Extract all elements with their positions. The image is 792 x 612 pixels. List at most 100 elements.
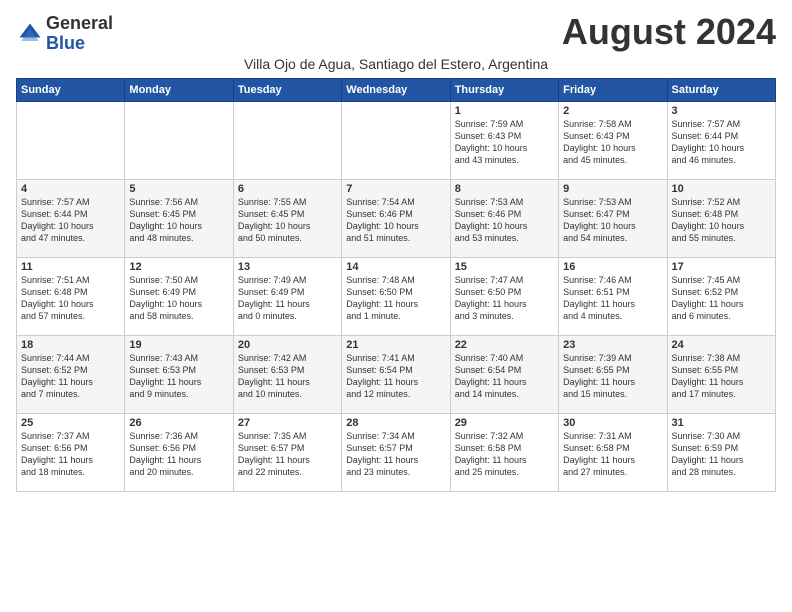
calendar-cell (125, 101, 233, 179)
week-row-0: 1Sunrise: 7:59 AM Sunset: 6:43 PM Daylig… (17, 101, 776, 179)
calendar-cell: 15Sunrise: 7:47 AM Sunset: 6:50 PM Dayli… (450, 257, 558, 335)
day-number: 21 (346, 339, 445, 351)
calendar-cell: 28Sunrise: 7:34 AM Sunset: 6:57 PM Dayli… (342, 413, 450, 491)
day-info: Sunrise: 7:35 AM Sunset: 6:57 PM Dayligh… (238, 430, 337, 479)
day-number: 8 (455, 183, 554, 195)
day-info: Sunrise: 7:31 AM Sunset: 6:58 PM Dayligh… (563, 430, 662, 479)
day-number: 27 (238, 417, 337, 429)
day-number: 17 (672, 261, 771, 273)
day-number: 20 (238, 339, 337, 351)
day-info: Sunrise: 7:39 AM Sunset: 6:55 PM Dayligh… (563, 352, 662, 401)
calendar-cell: 21Sunrise: 7:41 AM Sunset: 6:54 PM Dayli… (342, 335, 450, 413)
calendar-cell: 27Sunrise: 7:35 AM Sunset: 6:57 PM Dayli… (233, 413, 341, 491)
header-tuesday: Tuesday (233, 78, 341, 101)
day-info: Sunrise: 7:58 AM Sunset: 6:43 PM Dayligh… (563, 118, 662, 167)
day-number: 18 (21, 339, 120, 351)
day-info: Sunrise: 7:47 AM Sunset: 6:50 PM Dayligh… (455, 274, 554, 323)
day-number: 31 (672, 417, 771, 429)
day-number: 28 (346, 417, 445, 429)
day-number: 24 (672, 339, 771, 351)
calendar-table: SundayMondayTuesdayWednesdayThursdayFrid… (16, 78, 776, 492)
day-number: 4 (21, 183, 120, 195)
calendar-cell: 13Sunrise: 7:49 AM Sunset: 6:49 PM Dayli… (233, 257, 341, 335)
day-info: Sunrise: 7:53 AM Sunset: 6:46 PM Dayligh… (455, 196, 554, 245)
day-number: 5 (129, 183, 228, 195)
logo-icon (16, 20, 44, 48)
calendar-cell (233, 101, 341, 179)
day-number: 2 (563, 105, 662, 117)
day-number: 13 (238, 261, 337, 273)
calendar-cell: 12Sunrise: 7:50 AM Sunset: 6:49 PM Dayli… (125, 257, 233, 335)
header: General Blue August 2024 (16, 12, 776, 54)
day-info: Sunrise: 7:45 AM Sunset: 6:52 PM Dayligh… (672, 274, 771, 323)
calendar-cell: 7Sunrise: 7:54 AM Sunset: 6:46 PM Daylig… (342, 179, 450, 257)
week-row-3: 18Sunrise: 7:44 AM Sunset: 6:52 PM Dayli… (17, 335, 776, 413)
logo: General Blue (16, 14, 113, 54)
calendar-cell (17, 101, 125, 179)
header-wednesday: Wednesday (342, 78, 450, 101)
week-row-4: 25Sunrise: 7:37 AM Sunset: 6:56 PM Dayli… (17, 413, 776, 491)
day-info: Sunrise: 7:41 AM Sunset: 6:54 PM Dayligh… (346, 352, 445, 401)
day-number: 9 (563, 183, 662, 195)
header-thursday: Thursday (450, 78, 558, 101)
day-info: Sunrise: 7:54 AM Sunset: 6:46 PM Dayligh… (346, 196, 445, 245)
calendar-cell: 22Sunrise: 7:40 AM Sunset: 6:54 PM Dayli… (450, 335, 558, 413)
calendar-cell: 8Sunrise: 7:53 AM Sunset: 6:46 PM Daylig… (450, 179, 558, 257)
day-number: 3 (672, 105, 771, 117)
calendar-body: 1Sunrise: 7:59 AM Sunset: 6:43 PM Daylig… (17, 101, 776, 491)
calendar-cell: 30Sunrise: 7:31 AM Sunset: 6:58 PM Dayli… (559, 413, 667, 491)
day-info: Sunrise: 7:57 AM Sunset: 6:44 PM Dayligh… (21, 196, 120, 245)
calendar-cell: 18Sunrise: 7:44 AM Sunset: 6:52 PM Dayli… (17, 335, 125, 413)
logo-text: General Blue (46, 14, 113, 54)
calendar-cell: 20Sunrise: 7:42 AM Sunset: 6:53 PM Dayli… (233, 335, 341, 413)
calendar-cell: 11Sunrise: 7:51 AM Sunset: 6:48 PM Dayli… (17, 257, 125, 335)
calendar-cell: 31Sunrise: 7:30 AM Sunset: 6:59 PM Dayli… (667, 413, 775, 491)
header-row: SundayMondayTuesdayWednesdayThursdayFrid… (17, 78, 776, 101)
header-monday: Monday (125, 78, 233, 101)
week-row-1: 4Sunrise: 7:57 AM Sunset: 6:44 PM Daylig… (17, 179, 776, 257)
calendar-cell: 10Sunrise: 7:52 AM Sunset: 6:48 PM Dayli… (667, 179, 775, 257)
day-info: Sunrise: 7:32 AM Sunset: 6:58 PM Dayligh… (455, 430, 554, 479)
day-info: Sunrise: 7:57 AM Sunset: 6:44 PM Dayligh… (672, 118, 771, 167)
calendar-cell: 5Sunrise: 7:56 AM Sunset: 6:45 PM Daylig… (125, 179, 233, 257)
calendar-cell: 4Sunrise: 7:57 AM Sunset: 6:44 PM Daylig… (17, 179, 125, 257)
day-info: Sunrise: 7:55 AM Sunset: 6:45 PM Dayligh… (238, 196, 337, 245)
day-number: 22 (455, 339, 554, 351)
calendar-cell: 3Sunrise: 7:57 AM Sunset: 6:44 PM Daylig… (667, 101, 775, 179)
calendar-cell: 16Sunrise: 7:46 AM Sunset: 6:51 PM Dayli… (559, 257, 667, 335)
day-info: Sunrise: 7:44 AM Sunset: 6:52 PM Dayligh… (21, 352, 120, 401)
day-number: 11 (21, 261, 120, 273)
day-number: 30 (563, 417, 662, 429)
day-number: 26 (129, 417, 228, 429)
subtitle: Villa Ojo de Agua, Santiago del Estero, … (16, 56, 776, 72)
day-info: Sunrise: 7:50 AM Sunset: 6:49 PM Dayligh… (129, 274, 228, 323)
logo-general: General (46, 14, 113, 34)
day-info: Sunrise: 7:46 AM Sunset: 6:51 PM Dayligh… (563, 274, 662, 323)
calendar-cell: 17Sunrise: 7:45 AM Sunset: 6:52 PM Dayli… (667, 257, 775, 335)
header-sunday: Sunday (17, 78, 125, 101)
calendar-cell (342, 101, 450, 179)
day-info: Sunrise: 7:49 AM Sunset: 6:49 PM Dayligh… (238, 274, 337, 323)
calendar-cell: 9Sunrise: 7:53 AM Sunset: 6:47 PM Daylig… (559, 179, 667, 257)
day-info: Sunrise: 7:43 AM Sunset: 6:53 PM Dayligh… (129, 352, 228, 401)
day-number: 12 (129, 261, 228, 273)
day-number: 1 (455, 105, 554, 117)
header-saturday: Saturday (667, 78, 775, 101)
calendar-cell: 14Sunrise: 7:48 AM Sunset: 6:50 PM Dayli… (342, 257, 450, 335)
day-info: Sunrise: 7:51 AM Sunset: 6:48 PM Dayligh… (21, 274, 120, 323)
calendar-cell: 26Sunrise: 7:36 AM Sunset: 6:56 PM Dayli… (125, 413, 233, 491)
day-number: 14 (346, 261, 445, 273)
day-number: 7 (346, 183, 445, 195)
day-number: 29 (455, 417, 554, 429)
calendar-cell: 6Sunrise: 7:55 AM Sunset: 6:45 PM Daylig… (233, 179, 341, 257)
calendar-cell: 24Sunrise: 7:38 AM Sunset: 6:55 PM Dayli… (667, 335, 775, 413)
title-block: August 2024 (562, 12, 776, 52)
day-info: Sunrise: 7:53 AM Sunset: 6:47 PM Dayligh… (563, 196, 662, 245)
month-title: August 2024 (562, 12, 776, 52)
day-number: 15 (455, 261, 554, 273)
day-number: 19 (129, 339, 228, 351)
day-info: Sunrise: 7:36 AM Sunset: 6:56 PM Dayligh… (129, 430, 228, 479)
calendar-header: SundayMondayTuesdayWednesdayThursdayFrid… (17, 78, 776, 101)
day-info: Sunrise: 7:38 AM Sunset: 6:55 PM Dayligh… (672, 352, 771, 401)
day-number: 23 (563, 339, 662, 351)
